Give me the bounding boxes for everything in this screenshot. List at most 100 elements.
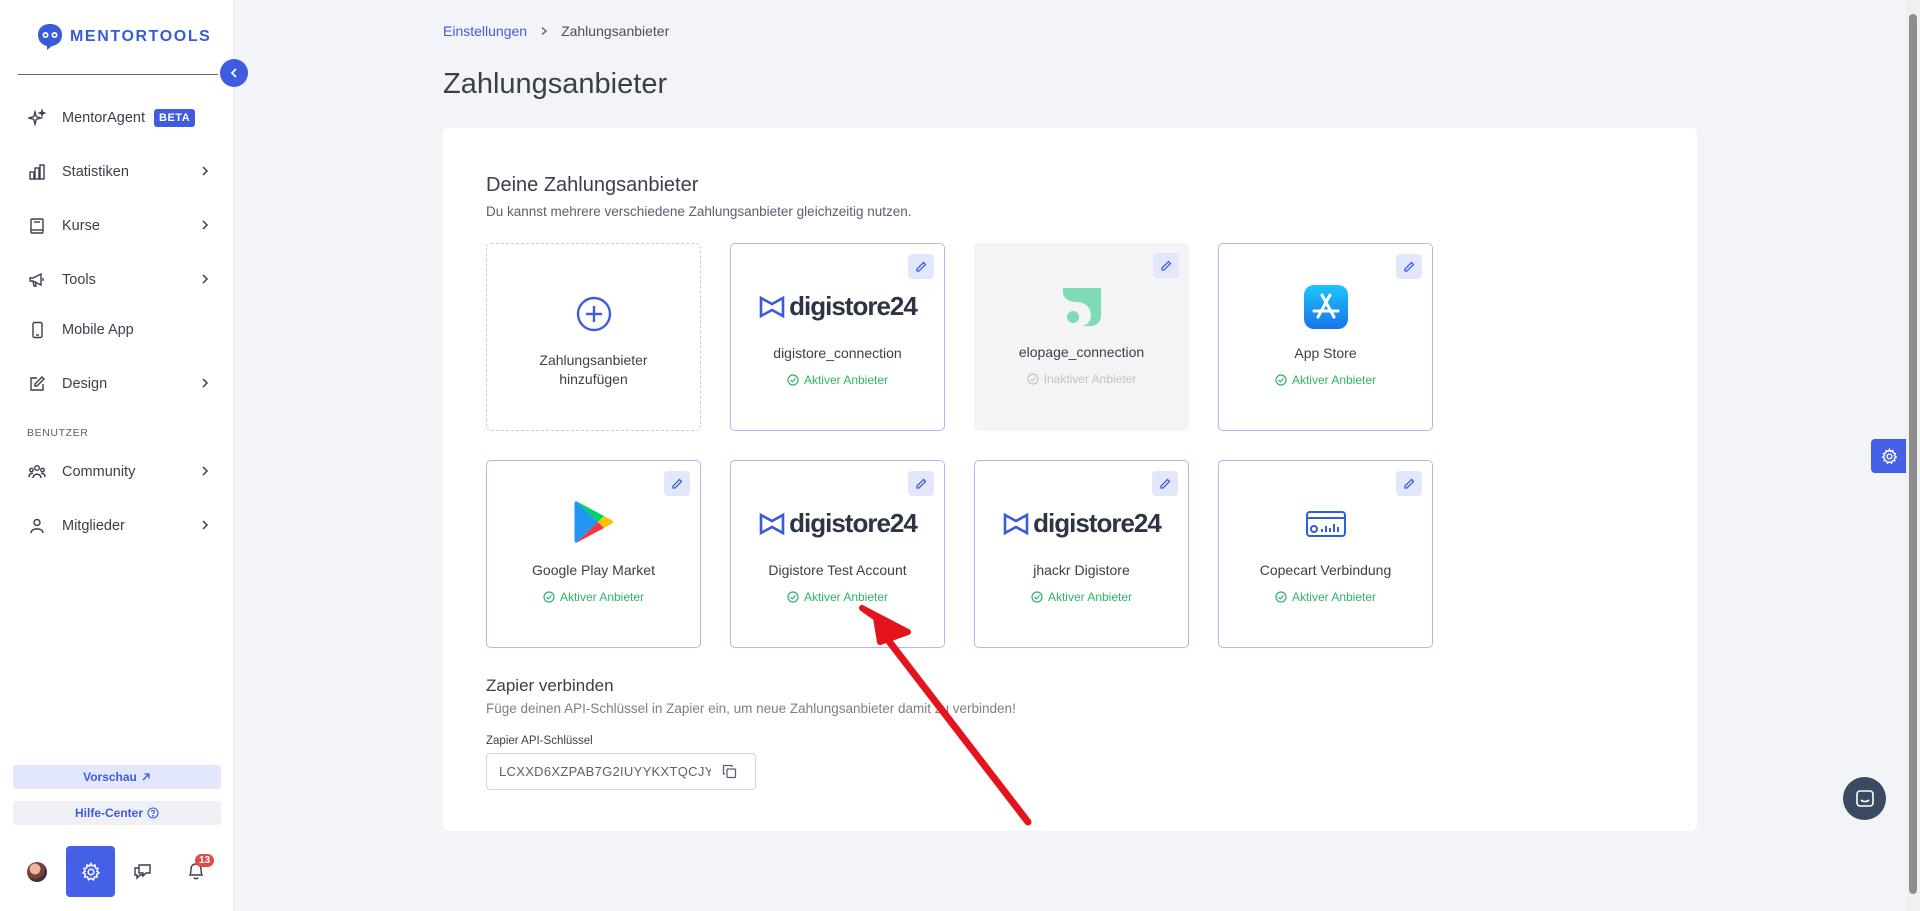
digistore24-logo: digistore24: [731, 508, 944, 539]
digistore24-logo: digistore24: [975, 508, 1188, 539]
sidebar-item-label: Design: [62, 376, 108, 392]
provider-name: jhackr Digistore: [1033, 562, 1130, 578]
edit-button[interactable]: [1396, 254, 1422, 279]
breadcrumb-current: Zahlungsanbieter: [561, 23, 670, 39]
breadcrumb-link-settings[interactable]: Einstellungen: [443, 23, 527, 39]
app-store-icon: [1219, 285, 1432, 329]
logo-text: MENTORTOOLS: [70, 28, 212, 45]
chat-icon: [1855, 789, 1874, 807]
copy-icon[interactable]: [722, 764, 737, 782]
provider-status-label: Aktiver Anbieter: [1047, 590, 1133, 604]
question-circle-icon: [147, 807, 159, 819]
provider-name: Google Play Market: [532, 562, 655, 578]
collapse-sidebar-button[interactable]: [220, 59, 248, 87]
sidebar-item-community[interactable]: Community: [27, 457, 209, 487]
pencil-icon: [27, 374, 47, 394]
provider-status: Aktiver Anbieter: [1219, 373, 1432, 387]
pencil-icon: [916, 261, 927, 272]
help-center-label: Hilfe-Center: [74, 806, 143, 820]
provider-status: Aktiver Anbieter: [975, 590, 1188, 604]
preview-button[interactable]: Vorschau: [13, 765, 221, 789]
floating-settings-button[interactable]: [1871, 439, 1907, 473]
provider-status: Aktiver Anbieter: [731, 373, 944, 387]
megaphone-icon: [27, 270, 47, 290]
pencil-icon: [916, 478, 927, 489]
check-circle-icon: [1275, 374, 1287, 386]
provider-status: Inaktiver Anbieter: [974, 372, 1189, 386]
mobile-icon: [27, 320, 47, 340]
breadcrumb: Einstellungen Zahlungsanbieter: [443, 23, 669, 39]
sidebar-item-design[interactable]: Design: [27, 369, 209, 399]
provider-tile-app-store[interactable]: App Store Aktiver Anbieter: [1218, 243, 1433, 431]
chevron-right-icon: [199, 519, 211, 535]
pencil-icon: [1404, 261, 1415, 272]
gear-icon: [81, 861, 100, 881]
beta-badge: BETA: [154, 109, 196, 127]
provider-status-label: Aktiver Anbieter: [803, 590, 889, 604]
zapier-title: Zapier verbinden: [486, 676, 614, 695]
provider-name: digistore_connection: [773, 345, 902, 361]
sidebar-item-kurse[interactable]: Kurse: [27, 211, 209, 241]
sidebar-divider: [18, 74, 218, 75]
scrollbar[interactable]: [1906, 0, 1920, 911]
scrollbar-thumb[interactable]: [1909, 14, 1917, 894]
settings-button[interactable]: [66, 846, 115, 897]
zapier-api-key-value: LCXXD6XZPAB7G2IUYYKXTQCJYF: [499, 764, 711, 779]
preview-label: Vorschau: [83, 770, 137, 784]
notification-badge: 13: [195, 854, 215, 867]
edit-button[interactable]: [664, 471, 690, 496]
sidebar-item-tools[interactable]: Tools: [27, 265, 209, 295]
provider-tile-elopage-connection[interactable]: elopage_connection Inaktiver Anbieter: [974, 243, 1189, 431]
sidebar-item-mobile-app[interactable]: Mobile App: [27, 315, 207, 345]
provider-tile-jhackr-digistore[interactable]: digistore24 jhackr Digistore Aktiver Anb…: [974, 460, 1189, 648]
sidebar-item-label: Kurse: [62, 218, 100, 234]
provider-name: Copecart Verbindung: [1259, 562, 1392, 578]
digistore24-wordmark: digistore24: [789, 291, 918, 321]
edit-button[interactable]: [908, 254, 934, 279]
check-circle-icon: [787, 374, 799, 386]
google-play-icon: [487, 499, 700, 545]
plus-circle-icon: [487, 296, 700, 332]
sidebar-item-label: Statistiken: [62, 164, 129, 180]
provider-status: Aktiver Anbieter: [731, 590, 944, 604]
sidebar-item-label: MentorAgent: [62, 110, 146, 126]
edit-button[interactable]: [1153, 253, 1179, 278]
provider-status-label: Aktiver Anbieter: [803, 373, 889, 387]
messages-icon[interactable]: [133, 861, 153, 886]
provider-tile-google-play-market[interactable]: Google Play Market Aktiver Anbieter: [486, 460, 701, 648]
avatar[interactable]: [27, 862, 47, 882]
edit-button[interactable]: [908, 471, 934, 496]
sidebar-item-label: Community: [62, 464, 136, 480]
sidebar-item-mitglieder[interactable]: Mitglieder: [27, 511, 209, 541]
page-title: Zahlungsanbieter: [443, 68, 668, 100]
provider-tile-copecart-verbindung[interactable]: Copecart Verbindung Aktiver Anbieter: [1218, 460, 1433, 648]
zapier-key-label: Zapier API-Schlüssel: [486, 735, 593, 747]
sidebar-item-statistiken[interactable]: Statistiken: [27, 157, 209, 187]
edit-button[interactable]: [1396, 471, 1422, 496]
add-provider-tile[interactable]: Zahlungsanbieter hinzufügen: [486, 243, 701, 431]
provider-tile-digistore-test-account[interactable]: digistore24 Digistore Test Account Aktiv…: [730, 460, 945, 648]
copecart-icon: [1219, 510, 1432, 538]
pencil-icon: [672, 478, 683, 489]
app-logo[interactable]: MENTORTOOLS: [36, 22, 211, 52]
sidebar-item-mentoragent[interactable]: MentorAgent BETA: [27, 103, 207, 133]
sidebar-item-label: Mitglieder: [62, 518, 125, 534]
provider-status-label: Inaktiver Anbieter: [1043, 372, 1137, 386]
external-link-icon: [142, 773, 150, 781]
check-circle-icon: [543, 591, 555, 603]
mentortools-logo-icon: [38, 24, 62, 50]
add-provider-label-line1: Zahlungsanbieter: [539, 352, 648, 368]
edit-button[interactable]: [1152, 471, 1178, 496]
check-circle-icon: [1031, 591, 1043, 603]
chat-launcher-button[interactable]: [1843, 777, 1886, 820]
provider-tile-digistore-connection[interactable]: digistore24 digistore_connection Aktiver…: [730, 243, 945, 431]
gear-icon: [1881, 447, 1897, 464]
nav-section-benutzer: BENUTZER: [27, 427, 89, 439]
digistore24-wordmark: digistore24: [1033, 508, 1162, 538]
chevron-right-icon: [199, 377, 211, 393]
provider-status-label: Aktiver Anbieter: [1291, 373, 1377, 387]
help-center-button[interactable]: Hilfe-Center: [13, 801, 221, 825]
provider-name: Digistore Test Account: [768, 562, 907, 578]
elopage-logo: [974, 286, 1189, 328]
zapier-api-key-field[interactable]: LCXXD6XZPAB7G2IUYYKXTQCJYF: [486, 753, 756, 790]
